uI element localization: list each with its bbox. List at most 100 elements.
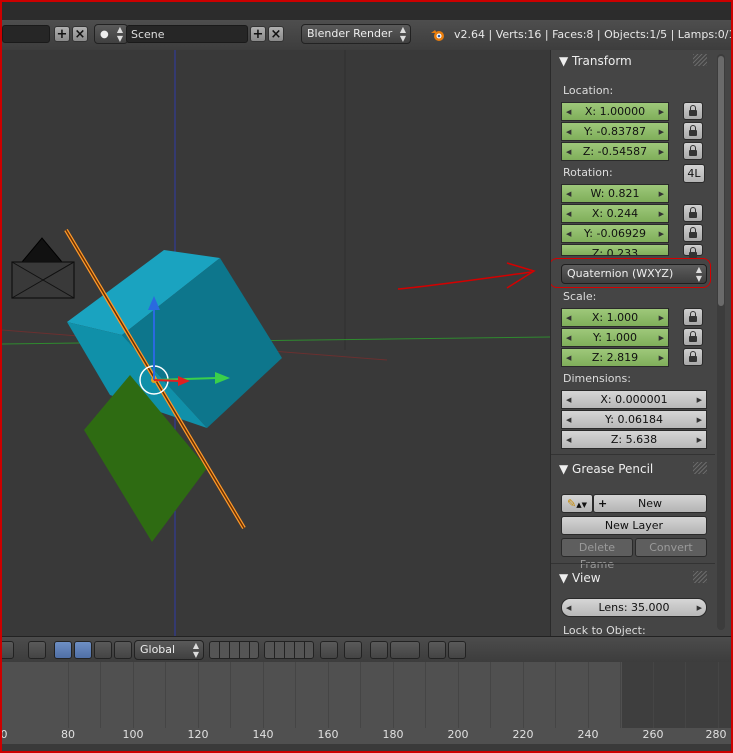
3d-viewport[interactable] <box>2 50 550 636</box>
chevron-updown-icon: ▲ ▼ <box>399 25 406 43</box>
dimensions-y-field[interactable]: ◀ Y: 0.06184 ▶ <box>561 410 707 429</box>
top-strip <box>2 2 731 20</box>
add-scene-button[interactable]: + <box>250 26 266 42</box>
rotation-w-field[interactable]: ◀ W: 0.821 ▶ <box>561 184 669 203</box>
delete-frame-button[interactable]: Delete Frame <box>561 538 633 571</box>
frame-tick-label: 160 <box>317 728 339 741</box>
scrollbar-thumb[interactable] <box>718 56 724 306</box>
manipulator-toggle-icon[interactable] <box>54 641 72 659</box>
frame-tick-label: 260 <box>642 728 664 741</box>
frame-tick-label: 120 <box>187 728 209 741</box>
plus-icon: + <box>598 497 608 510</box>
panel-divider <box>551 454 715 455</box>
grease-pencil-browse-button[interactable]: ✎▲▼ <box>561 494 593 513</box>
lock-to-object-label: Lock to Object: <box>563 624 646 636</box>
rotation-x-field[interactable]: ◀ X: 0.244 ▶ <box>561 204 669 223</box>
screen-name-field[interactable] <box>2 25 50 43</box>
blender-window: + × ● ▲ ▼ Scene + × Blender Render ▲ ▼ v2.… <box>2 2 731 751</box>
dimensions-label: Dimensions: <box>563 372 631 385</box>
frame-tick-label: 80 <box>61 728 75 741</box>
scale-y-field[interactable]: ◀ Y: 1.000 ▶ <box>561 328 669 347</box>
translate-manipulator-icon[interactable] <box>74 641 92 659</box>
layer-buttons-left[interactable] <box>209 641 259 659</box>
3d-view-header: Global ▲ ▼ <box>2 636 731 664</box>
scale-z-field[interactable]: ◀ Z: 2.819 ▶ <box>561 348 669 367</box>
lock-icon[interactable] <box>683 102 703 120</box>
grease-pencil-new-button[interactable]: + New <box>593 494 707 513</box>
frame-tick-label: 200 <box>447 728 469 741</box>
properties-region: ▼ Transform Location: ◀ X: 1.00000 ▶ ◀ Y: -… <box>550 50 731 636</box>
frame-tick-label: 0 <box>2 728 8 741</box>
pivot-point-icon[interactable] <box>28 641 46 659</box>
camera-object <box>11 237 75 299</box>
cube-object <box>67 250 282 428</box>
info-header: + × ● ▲ ▼ Scene + × Blender Render ▲ ▼ v2.… <box>2 20 731 51</box>
dimensions-z-field[interactable]: ◀ Z: 5.638 ▶ <box>561 430 707 449</box>
location-label: Location: <box>563 84 614 97</box>
scale-manipulator-icon[interactable] <box>114 641 132 659</box>
delete-scene-button[interactable]: × <box>268 26 284 42</box>
chevron-updown-icon: ▲ ▼ <box>116 25 123 43</box>
frame-tick-label: 140 <box>252 728 274 741</box>
render-engine-label: Blender Render <box>307 27 393 40</box>
scene-name-field[interactable]: Scene <box>126 25 248 43</box>
lock-icon[interactable] <box>683 122 703 140</box>
lock-icon[interactable] <box>683 348 703 366</box>
annotation-highlight <box>551 258 711 288</box>
grease-pencil-panel-header[interactable]: ▼ Grease Pencil <box>559 462 653 476</box>
rotation-label: Rotation: <box>563 166 613 179</box>
rotate-manipulator-icon[interactable] <box>94 641 112 659</box>
lens-field[interactable]: ◀ Lens: 35.000 ▶ <box>561 598 707 617</box>
scene-statistics: v2.64 | Verts:16 | Faces:8 | Objects:1/5… <box>454 28 731 41</box>
location-x-field[interactable]: ◀ X: 1.00000 ▶ <box>561 102 669 121</box>
viewport-canvas[interactable] <box>2 50 550 636</box>
render-icon[interactable] <box>428 641 446 659</box>
chevron-updown-icon: ▲ ▼ <box>192 641 199 659</box>
delete-screen-button[interactable]: × <box>72 26 88 42</box>
rotation-z-field[interactable]: Z: 0.233 <box>561 244 669 256</box>
snap-element-dropdown[interactable] <box>390 641 420 659</box>
frame-tick-label: 220 <box>512 728 534 741</box>
location-y-field[interactable]: ◀ Y: -0.83787 ▶ <box>561 122 669 141</box>
frame-tick-label: 280 <box>705 728 727 741</box>
scene-browse-dropdown[interactable]: ● ▲ ▼ <box>94 24 128 44</box>
pencil-icon: ✎ <box>567 497 577 510</box>
panel-grip-icon[interactable] <box>693 462 707 474</box>
scale-x-field[interactable]: ◀ X: 1.000 ▶ <box>561 308 669 327</box>
annotation-arrow <box>397 271 533 290</box>
lock-icon[interactable] <box>683 142 703 160</box>
rotation-4l-toggle[interactable]: 4L <box>683 164 705 183</box>
new-layer-button[interactable]: New Layer <box>561 516 707 535</box>
location-z-field[interactable]: ◀ Z: -0.54587 ▶ <box>561 142 669 161</box>
orientation-label: Global <box>140 643 176 656</box>
view-panel-header[interactable]: ▼ View <box>559 571 601 585</box>
scale-label: Scale: <box>563 290 597 303</box>
render-animation-icon[interactable] <box>448 641 466 659</box>
lock-icon[interactable] <box>683 204 703 222</box>
x-manipulator <box>153 379 181 382</box>
timeline-out-of-range <box>622 662 731 728</box>
lock-icon[interactable] <box>683 328 703 346</box>
convert-button[interactable]: Convert <box>635 538 707 557</box>
lock-icon[interactable] <box>683 308 703 326</box>
lock-icon[interactable] <box>683 244 703 258</box>
snap-toggle-icon[interactable] <box>370 641 388 659</box>
panel-grip-icon[interactable] <box>693 54 707 66</box>
layer-buttons-right[interactable] <box>264 641 314 659</box>
proportional-edit-icon[interactable] <box>344 641 362 659</box>
render-engine-dropdown[interactable]: Blender Render ▲ ▼ <box>301 24 411 44</box>
add-screen-button[interactable]: + <box>54 26 70 42</box>
timeline-header-bar <box>2 744 731 751</box>
shading-mode-button[interactable] <box>2 641 14 659</box>
frame-tick-label: 240 <box>577 728 599 741</box>
transform-panel-header[interactable]: ▼ Transform <box>559 54 632 68</box>
lock-icon[interactable] <box>683 224 703 242</box>
scene-icon: ● <box>100 29 109 40</box>
panel-grip-icon[interactable] <box>693 571 707 583</box>
timeline-editor[interactable]: 0 80 100 120 140 160 180 200 220 240 260… <box>2 662 731 751</box>
frame-tick-label: 180 <box>382 728 404 741</box>
layer-lock-icon[interactable] <box>320 641 338 659</box>
dimensions-x-field[interactable]: ◀ X: 0.000001 ▶ <box>561 390 707 409</box>
rotation-y-field[interactable]: ◀ Y: -0.06929 ▶ <box>561 224 669 243</box>
transform-orientation-dropdown[interactable]: Global ▲ ▼ <box>134 640 204 660</box>
